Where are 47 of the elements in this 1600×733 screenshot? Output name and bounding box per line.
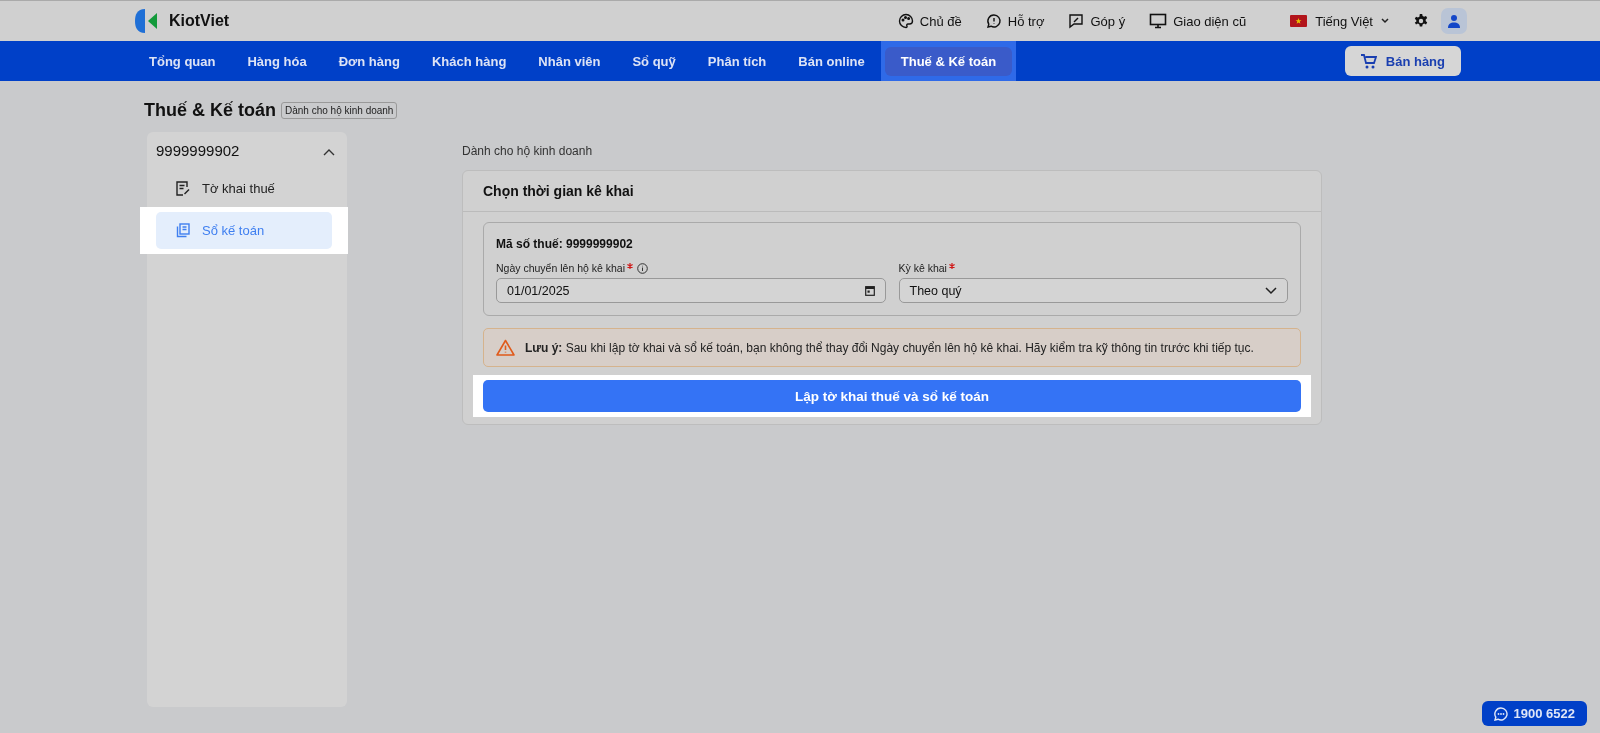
header-link[interactable]: Góp ý: [1068, 13, 1126, 29]
caption: Dành cho hộ kinh doanh: [462, 144, 594, 158]
cart-icon: [1360, 53, 1377, 69]
chat-bubble-icon: [985, 13, 1002, 29]
sidebar-item[interactable]: Tờ khai thuế: [156, 170, 332, 207]
palette-icon: [897, 13, 914, 29]
period-select[interactable]: Theo quý: [898, 278, 1288, 303]
monitor-icon: [1149, 13, 1168, 29]
nav-tab[interactable]: Hàng hóa: [231, 41, 323, 81]
flag-icon: [1290, 15, 1308, 27]
field-label: Ngày chuyển lên hộ kê khai: [496, 262, 625, 274]
sell-button[interactable]: Bán hàng: [1344, 46, 1461, 76]
note-text: Lưu ý: Sau khi lập tờ khai và sổ kế toán, bạn không thể thay đổi Ngày chuyển lên hộ kê khai. Hãy kiểm tra kỹ thông tin trước khi tiếp tục.: [525, 340, 1254, 355]
settings-icon[interactable]: [1413, 13, 1429, 29]
nav-tab[interactable]: Thuế & Kế toán: [880, 41, 1017, 81]
logo-text: KiotViet: [169, 12, 230, 30]
nav-tab[interactable]: Sổ quỹ: [616, 41, 692, 81]
user-icon: [1447, 14, 1461, 28]
avatar-button[interactable]: [1441, 8, 1467, 34]
tax-code: Mã số thuế: 9999999902: [496, 237, 634, 251]
nav-tab[interactable]: Phân tích: [691, 41, 783, 81]
language-selector[interactable]: Tiếng Việt: [1284, 12, 1395, 30]
document-edit-icon: [176, 181, 190, 196]
nav-tab[interactable]: Tổng quan: [133, 41, 232, 81]
calendar-icon: [864, 285, 875, 296]
header-link[interactable]: Giao diện cũ: [1149, 13, 1247, 29]
warning-icon: [496, 339, 515, 356]
nav-tab[interactable]: Nhân viên: [522, 41, 617, 81]
header-link[interactable]: Chủ đề: [897, 13, 962, 29]
sidebar-item[interactable]: Sổ kế toán: [156, 212, 332, 249]
book-stack-icon: [176, 223, 190, 238]
feedback-icon: [1068, 13, 1085, 29]
card-title: Chọn thời gian kê khai: [463, 171, 1321, 212]
chat-bubble-icon: [1493, 706, 1508, 721]
caret-icon: [1381, 18, 1389, 24]
nav-tab[interactable]: Bán online: [782, 41, 881, 81]
page-badge: Dành cho hộ kinh doanh: [281, 102, 398, 119]
nav-tab[interactable]: Đơn hàng: [322, 41, 416, 81]
hotline-button[interactable]: 1900 6522: [1481, 701, 1587, 726]
chevron-down-icon: [1265, 286, 1277, 295]
create-button[interactable]: Lập tờ khai thuế và sổ kế toán: [483, 380, 1301, 412]
nav-tab[interactable]: Khách hàng: [415, 41, 523, 81]
page-title: Thuế & Kế toán: [144, 100, 276, 121]
account-header[interactable]: 9999999902: [147, 140, 347, 160]
header-link[interactable]: Hỗ trợ: [985, 13, 1045, 29]
field-label: Kỳ kê khai: [898, 262, 947, 274]
date-field[interactable]: 01/01/2025: [496, 278, 886, 303]
